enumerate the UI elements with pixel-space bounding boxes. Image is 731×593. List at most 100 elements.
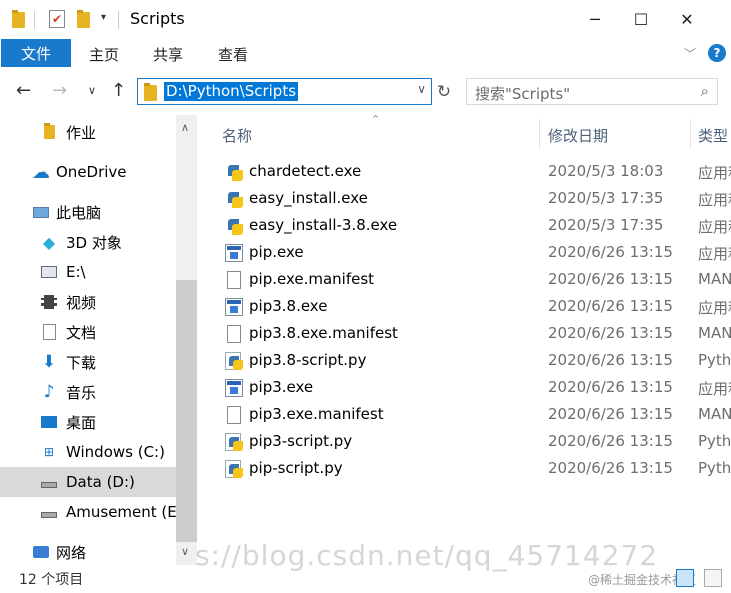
scroll-down-icon[interactable]: ∨ (181, 545, 189, 558)
nav-item-label: 此电脑 (56, 203, 102, 222)
refresh-icon[interactable]: ↻ (433, 78, 455, 105)
file-date: 2020/5/3 18:03 (548, 162, 664, 180)
python-exe-icon (225, 190, 243, 208)
nav-item-label: 3D 对象 (66, 233, 122, 252)
file-name: chardetect.exe (249, 162, 362, 180)
nav-item-label: Data (D:) (66, 473, 135, 491)
file-name: easy_install-3.8.exe (249, 216, 398, 234)
drive-icon (40, 264, 58, 280)
tab-share[interactable]: 共享 (153, 44, 183, 65)
nav-scrollbar-thumb[interactable] (176, 280, 197, 542)
nav-item-label: 视频 (66, 293, 97, 312)
scroll-up-icon[interactable]: ∧ (181, 121, 189, 134)
computer-icon (32, 204, 50, 220)
back-arrow-icon[interactable]: ← (16, 80, 31, 101)
nav-item-3d-objects[interactable]: ◆ 3D 对象 (0, 227, 176, 257)
nav-item-label: 桌面 (66, 413, 97, 432)
file-row[interactable]: pip.exe.manifest 2020/6/26 13:15 MAN (203, 266, 731, 293)
tab-file[interactable]: 文件 (1, 39, 71, 67)
file-date: 2020/6/26 13:15 (548, 324, 673, 342)
file-type: MAN (698, 405, 731, 423)
chevron-down-icon[interactable]: ﹀ (684, 45, 696, 62)
recent-locations-icon[interactable]: ∨ (88, 84, 96, 97)
nav-item-downloads[interactable]: ⬇ 下载 (0, 347, 176, 377)
file-row[interactable]: pip3.8.exe.manifest 2020/6/26 13:15 MAN (203, 320, 731, 347)
tab-home[interactable]: 主页 (89, 44, 119, 65)
nav-item-label: 作业 (66, 123, 97, 142)
file-row[interactable]: pip3.8.exe 2020/6/26 13:15 应用程 (203, 293, 731, 320)
cloud-icon: ☁ (32, 161, 50, 183)
nav-item-videos[interactable]: 视频 (0, 287, 176, 317)
nav-item-data-d[interactable]: Data (D:) (0, 467, 176, 497)
nav-item-onedrive[interactable]: ☁ OneDrive (0, 157, 176, 187)
nav-item-label: E:\ (66, 263, 86, 281)
column-header-date[interactable]: 修改日期 (548, 125, 608, 146)
new-folder-icon[interactable] (77, 10, 90, 28)
minimize-button[interactable]: ─ (572, 0, 618, 38)
file-row[interactable]: pip3.exe.manifest 2020/6/26 13:15 MAN (203, 401, 731, 428)
nav-item-windows-c[interactable]: ⊞ Windows (C:) (0, 437, 176, 467)
file-name: easy_install.exe (249, 189, 368, 207)
manifest-file-icon (227, 271, 241, 289)
download-icon: ⬇ (41, 352, 57, 372)
nav-item-homework[interactable]: 作业 (0, 117, 176, 147)
nav-item-e-drive[interactable]: E:\ (0, 257, 176, 287)
file-name: pip3.exe.manifest (249, 405, 384, 423)
file-name: pip3.exe (249, 378, 314, 396)
file-row[interactable]: pip3.8-script.py 2020/6/26 13:15 Pytho (203, 347, 731, 374)
python-exe-icon (225, 163, 243, 181)
desktop-icon (40, 414, 58, 430)
file-row[interactable]: easy_install.exe 2020/5/3 17:35 应用程 (203, 185, 731, 212)
nav-item-label: 音乐 (66, 383, 97, 402)
chevron-down-icon[interactable]: ∨ (417, 82, 426, 96)
file-row[interactable]: pip.exe 2020/6/26 13:15 应用程 (203, 239, 731, 266)
maximize-button[interactable]: ☐ (618, 0, 664, 38)
tab-view[interactable]: 查看 (218, 44, 248, 65)
close-button[interactable]: ✕ (664, 0, 710, 38)
nav-item-network[interactable]: 网络 (0, 537, 176, 567)
file-type: 应用程 (698, 191, 731, 209)
file-list: ⌃ 名称 修改日期 类型 chardetect.exe 2020/5/3 18:0… (203, 115, 731, 565)
file-name: pip3.8-script.py (249, 351, 367, 369)
file-row[interactable]: easy_install-3.8.exe 2020/5/3 17:35 应用程 (203, 212, 731, 239)
file-type: MAN (698, 324, 731, 342)
nav-item-amusement-e[interactable]: Amusement (E: (0, 497, 182, 527)
nav-item-documents[interactable]: 文档 (0, 317, 176, 347)
large-icons-view-button[interactable] (704, 569, 722, 587)
search-icon[interactable]: ⌕ (701, 82, 709, 100)
column-header-type[interactable]: 类型 (698, 125, 728, 146)
forward-arrow-icon[interactable]: → (52, 80, 67, 101)
help-button[interactable]: ? (708, 44, 726, 62)
nav-item-desktop[interactable]: 桌面 (0, 407, 176, 437)
column-divider[interactable] (539, 119, 540, 149)
drive-icon (40, 504, 58, 520)
video-icon (40, 294, 58, 310)
properties-icon[interactable]: ✔ (49, 10, 65, 28)
python-script-icon (225, 460, 243, 478)
nav-item-this-pc[interactable]: 此电脑 (0, 197, 176, 227)
details-view-button[interactable] (676, 569, 694, 587)
customize-toolbar-icon[interactable]: ▾ (101, 12, 106, 23)
search-input[interactable]: 搜索"Scripts" ⌕ (466, 78, 718, 105)
file-row[interactable]: pip3.exe 2020/6/26 13:15 应用程 (203, 374, 731, 401)
address-row: ← → ∨ ↑ D:\Python\Scripts ∨ ↻ 搜索"Scripts… (0, 72, 731, 112)
column-header-name[interactable]: 名称 (222, 125, 252, 146)
file-row[interactable]: pip3-script.py 2020/6/26 13:15 Pytho (203, 428, 731, 455)
file-row[interactable]: pip-script.py 2020/6/26 13:15 Pytho (203, 455, 731, 482)
nav-item-label: 下载 (66, 353, 97, 372)
up-arrow-icon[interactable]: ↑ (111, 80, 126, 101)
python-exe-icon (225, 217, 243, 235)
column-divider[interactable] (690, 119, 691, 149)
navigation-pane: 作业 ☁ OneDrive 此电脑 ◆ 3D 对象 E:\ 视频 文档 ⬇ 下载… (0, 115, 197, 565)
nav-item-music[interactable]: ♪ 音乐 (0, 377, 176, 407)
python-script-icon (225, 433, 243, 451)
file-row[interactable]: chardetect.exe 2020/5/3 18:03 应用程 (203, 158, 731, 185)
nav-item-label: Windows (C:) (66, 443, 165, 461)
file-name: pip3.8.exe (249, 297, 328, 315)
address-bar[interactable]: D:\Python\Scripts ∨ (137, 78, 432, 105)
file-type: Pytho (698, 351, 731, 369)
address-path[interactable]: D:\Python\Scripts (164, 82, 299, 101)
file-date: 2020/6/26 13:15 (548, 351, 673, 369)
window-title: Scripts (130, 9, 185, 28)
file-date: 2020/6/26 13:15 (548, 432, 673, 450)
